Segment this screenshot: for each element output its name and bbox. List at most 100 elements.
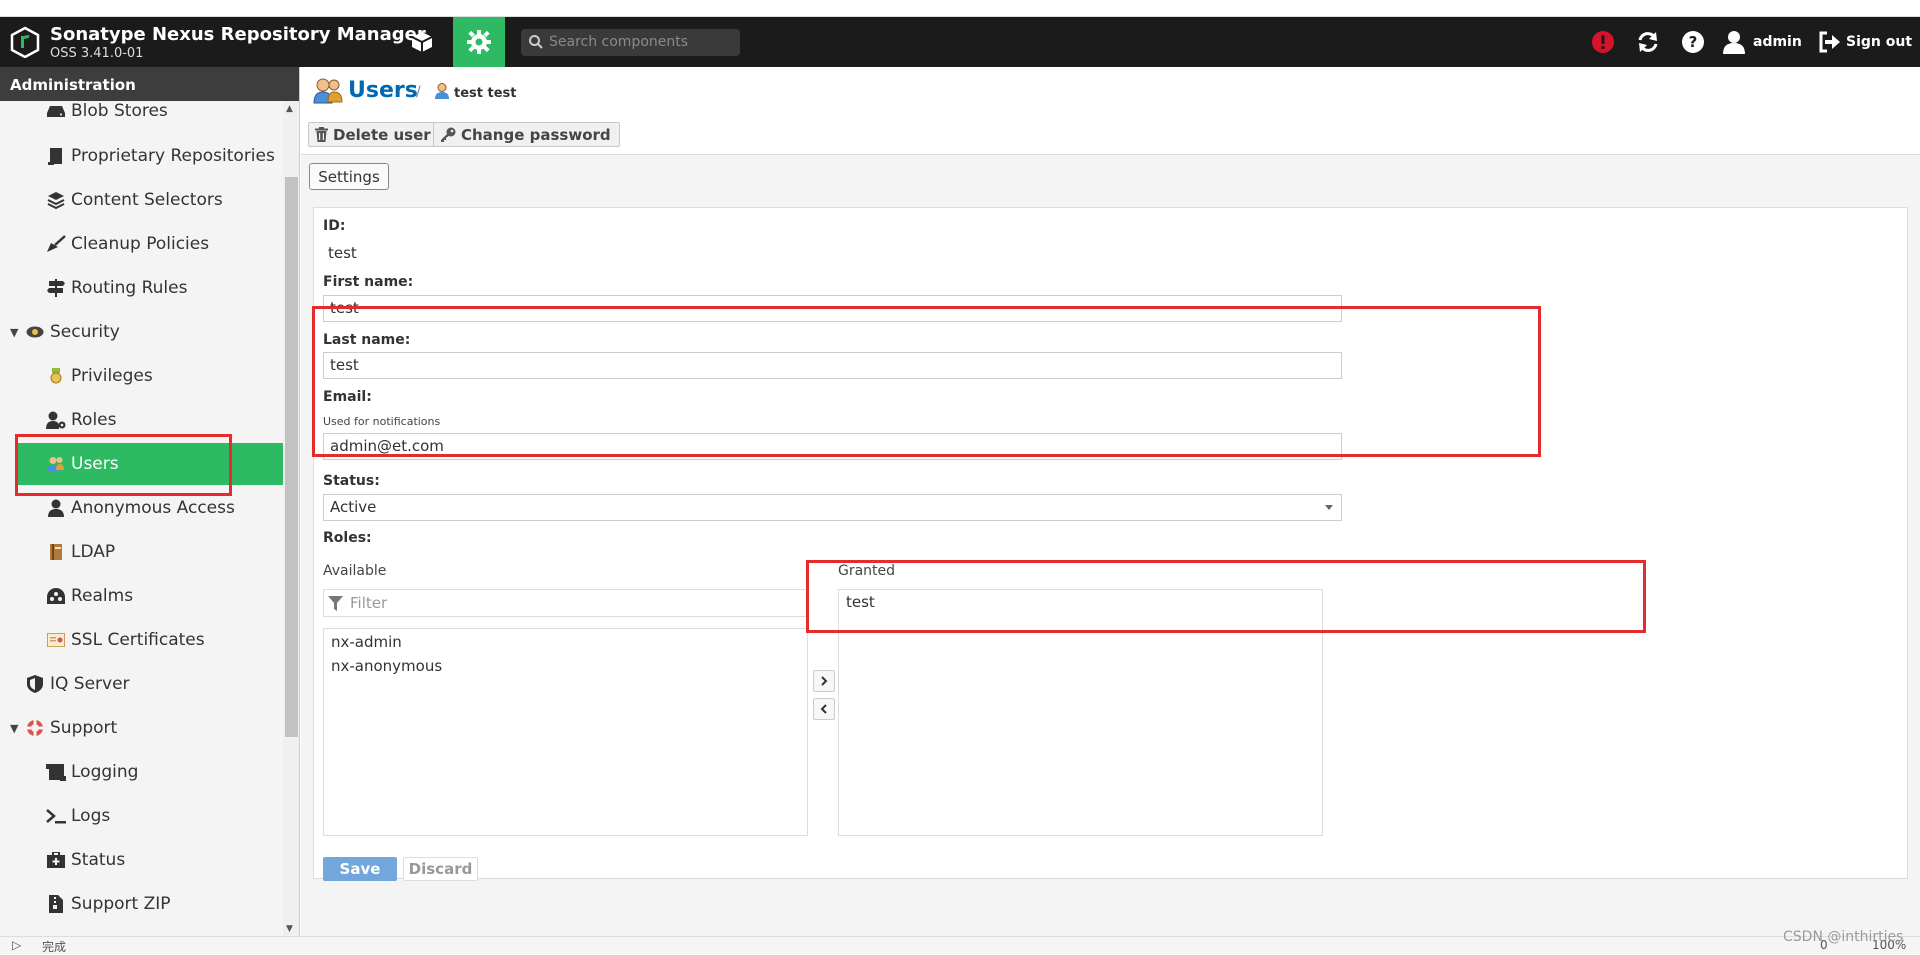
user-menu[interactable]: admin — [1723, 29, 1802, 55]
scroll-up-arrow-icon[interactable]: ▲ — [286, 104, 293, 114]
tab-settings[interactable]: Settings — [309, 163, 389, 190]
sidebar-item-status[interactable]: Status — [45, 839, 125, 881]
user-icon — [435, 83, 449, 99]
sidebar-item-content-selectors[interactable]: Content Selectors — [45, 179, 223, 221]
browser-tab-strip — [0, 0, 1920, 17]
medkit-icon — [45, 852, 67, 868]
list-item[interactable]: nx-anonymous — [331, 657, 442, 675]
sidebar-item-security[interactable]: ▼ Security — [10, 311, 120, 353]
available-roles-list[interactable]: nx-admin nx-anonymous — [323, 628, 808, 836]
status-play-icon: ▷ — [12, 938, 22, 952]
sidebar-item-label: Security — [50, 322, 120, 342]
sidebar-item-label: Proprietary Repositories — [71, 146, 275, 166]
realm-icon — [45, 587, 67, 605]
sidebar-item-logging[interactable]: Logging — [45, 751, 138, 793]
layers-icon — [45, 191, 67, 209]
sidebar-item-label: Routing Rules — [71, 278, 188, 298]
logging-icon — [45, 763, 67, 781]
zip-file-icon — [45, 895, 67, 913]
sidebar-item-label: Privileges — [71, 366, 153, 386]
broom-icon — [45, 235, 67, 253]
roles-label: Roles: — [323, 530, 372, 546]
shield-icon — [24, 675, 46, 693]
sidebar-item-blob-stores[interactable]: Blob Stores — [45, 90, 168, 132]
main-content: Users / test test Delete user Change pas… — [301, 67, 1920, 936]
sidebar-item-ldap[interactable]: LDAP — [45, 531, 115, 573]
sidebar-item-privileges[interactable]: Privileges — [45, 355, 153, 397]
breadcrumb-users-link[interactable]: Users — [348, 78, 418, 103]
action-toolbar: Delete user Change password — [301, 114, 1920, 155]
sidebar-item-label: SSL Certificates — [71, 630, 205, 650]
delete-user-button[interactable]: Delete user — [308, 122, 440, 147]
book-icon — [45, 544, 67, 560]
svg-text:?: ? — [1689, 33, 1698, 51]
sidebar-item-routing-rules[interactable]: Routing Rules — [45, 267, 187, 309]
sidebar-item-ssl-certificates[interactable]: SSL Certificates — [45, 619, 205, 661]
chevron-down-icon — [1325, 505, 1333, 510]
sidebar-scroll-thumb[interactable] — [285, 177, 298, 737]
sidebar-item-label: Realms — [71, 586, 134, 606]
sidebar-item-label: Blob Stores — [71, 101, 168, 121]
refresh-button[interactable] — [1635, 29, 1661, 55]
sign-out-icon — [1819, 31, 1840, 53]
sidebar-item-cleanup-policies[interactable]: Cleanup Policies — [45, 223, 209, 265]
breadcrumb-current-user: test test — [454, 86, 517, 101]
revoke-role-button[interactable] — [813, 698, 835, 720]
sidebar: Administration Blob Stores Proprietary R… — [0, 67, 300, 936]
breadcrumb: Users / test test — [301, 67, 1920, 114]
sign-out-button[interactable]: Sign out — [1818, 29, 1912, 55]
browse-button[interactable] — [400, 17, 444, 67]
save-button[interactable]: Save — [323, 857, 397, 881]
expand-triangle-icon[interactable]: ▼ — [10, 722, 24, 735]
scroll-down-arrow-icon[interactable]: ▼ — [286, 924, 293, 934]
administration-button[interactable] — [453, 17, 505, 67]
sidebar-item-logs[interactable]: Logs — [45, 795, 110, 837]
status-select[interactable]: Active — [323, 494, 1342, 521]
first-name-label: First name: — [323, 274, 414, 290]
nexus-logo-icon[interactable] — [10, 26, 40, 58]
discard-button[interactable]: Discard — [403, 857, 478, 881]
medal-icon — [45, 368, 67, 384]
hdd-icon — [45, 104, 67, 118]
sidebar-item-iq-server[interactable]: IQ Server — [24, 663, 130, 705]
gear-icon — [467, 30, 491, 54]
chevron-left-icon — [820, 704, 827, 714]
sidebar-item-proprietary-repositories[interactable]: Proprietary Repositories — [45, 135, 275, 177]
users-icon — [313, 78, 343, 104]
sidebar-item-label: Anonymous Access — [71, 498, 235, 518]
id-value: test — [328, 244, 357, 262]
filter-placeholder: Filter — [350, 594, 388, 612]
help-icon: ? — [1682, 31, 1704, 53]
search-input[interactable] — [547, 32, 732, 52]
list-item[interactable]: nx-admin — [331, 633, 402, 651]
cube-icon — [411, 32, 433, 52]
sidebar-item-support-zip[interactable]: Support ZIP — [45, 883, 171, 925]
product-version: OSS 3.41.0-01 — [50, 46, 144, 61]
available-label: Available — [323, 563, 387, 579]
certificate-icon — [45, 633, 67, 647]
sidebar-item-label: Cleanup Policies — [71, 234, 210, 254]
proprietary-icon — [45, 147, 67, 165]
breadcrumb-separator: / — [416, 84, 421, 100]
signpost-icon — [45, 279, 67, 297]
user-icon — [45, 499, 67, 517]
sidebar-item-label: Roles — [71, 410, 117, 430]
alert-button[interactable] — [1590, 29, 1616, 55]
key-icon — [441, 127, 456, 142]
sidebar-item-support[interactable]: ▼ Support — [10, 707, 117, 749]
sidebar-item-realms[interactable]: Realms — [45, 575, 133, 617]
annotation-box-users — [15, 434, 232, 496]
search-box — [521, 29, 740, 56]
roles-filter-input[interactable]: Filter — [323, 589, 808, 617]
sidebar-item-label: Logging — [71, 762, 139, 782]
user-gear-icon — [45, 411, 67, 429]
terminal-icon — [45, 808, 67, 824]
annotation-box-name-fields — [312, 306, 1541, 457]
filter-icon — [328, 596, 343, 611]
change-password-button[interactable]: Change password — [433, 122, 620, 147]
user-icon — [1723, 31, 1745, 54]
grant-role-button[interactable] — [813, 670, 835, 692]
annotation-box-granted — [806, 560, 1646, 633]
help-button[interactable]: ? — [1680, 29, 1706, 55]
expand-triangle-icon[interactable]: ▼ — [10, 326, 24, 339]
